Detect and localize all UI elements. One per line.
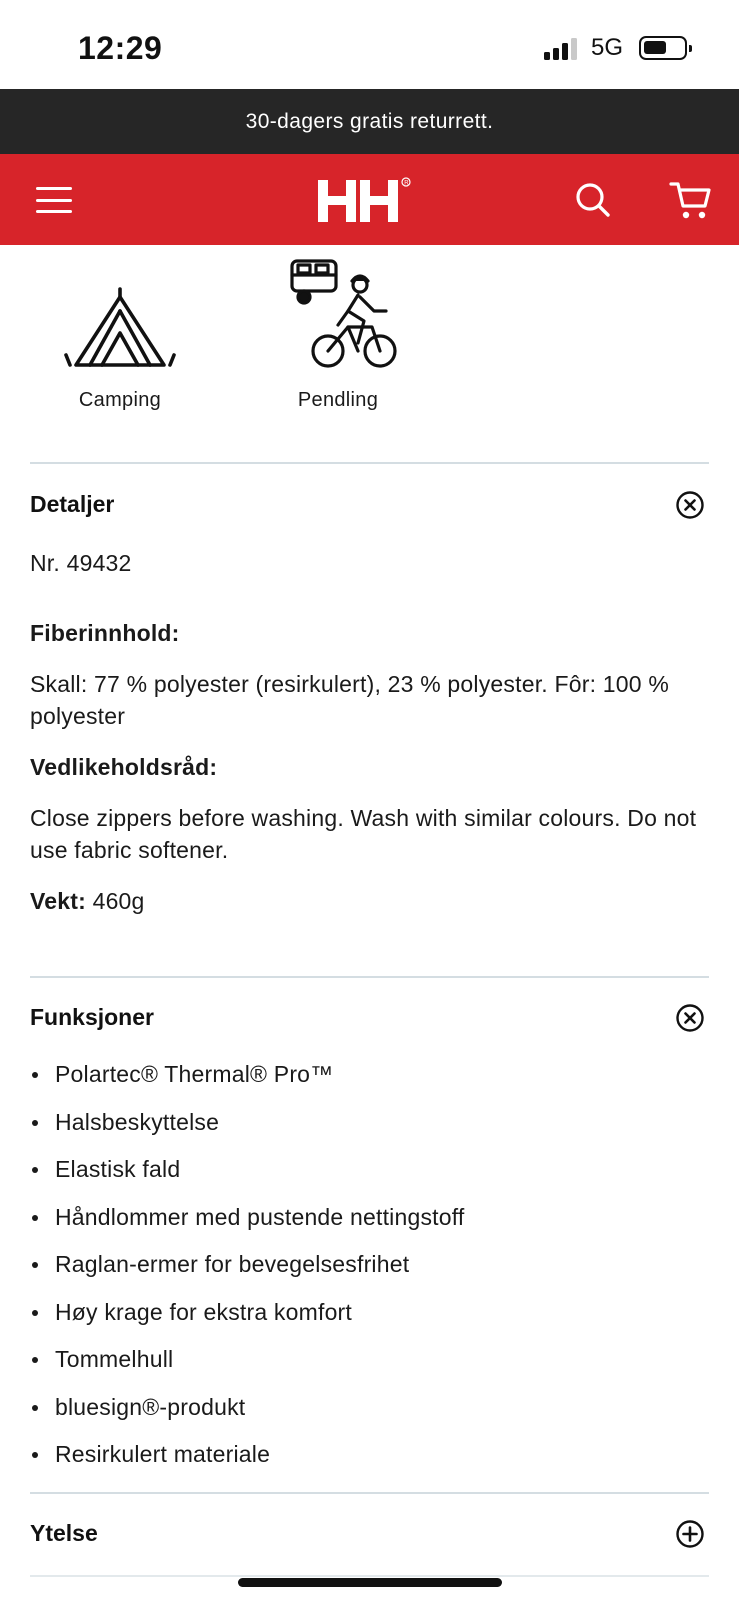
- list-item: Polartec® Thermal® Pro™: [30, 1058, 710, 1106]
- cart-icon[interactable]: [669, 178, 713, 222]
- activity-list: Camping Pendling: [30, 245, 710, 463]
- section-divider: [30, 976, 709, 978]
- signal-icon: [543, 36, 577, 60]
- care-label: Vedlikeholdsråd:: [30, 754, 218, 780]
- performance-section-title[interactable]: Ytelse: [30, 1520, 98, 1547]
- collapse-icon[interactable]: [675, 490, 705, 520]
- status-indicators: 5G: [543, 34, 692, 62]
- product-number: Nr. 49432: [30, 550, 132, 576]
- section-divider: [30, 1575, 709, 1577]
- section-divider: [30, 462, 709, 464]
- details-section-title[interactable]: Detaljer: [30, 491, 114, 518]
- activity-label: Pendling: [297, 389, 379, 411]
- list-item: Elastisk fald: [30, 1153, 710, 1201]
- feature-list: Polartec® Thermal® Pro™ Halsbeskyttelse …: [30, 1058, 710, 1486]
- activity-camping[interactable]: Camping: [30, 245, 210, 412]
- list-item: Raglan-ermer for bevegelsesfrihet: [30, 1248, 710, 1296]
- status-bar: 12:29 5G: [0, 0, 739, 89]
- expand-icon[interactable]: [675, 1519, 705, 1549]
- battery-icon: [639, 36, 692, 60]
- promo-banner[interactable]: 30-dagers gratis returrett.: [0, 89, 739, 154]
- weight-row: Vekt: 460g: [30, 885, 710, 917]
- tent-icon: [64, 287, 176, 367]
- home-indicator[interactable]: [238, 1578, 502, 1587]
- fiber-value: Skall: 77 % polyester (resirkulert), 23 …: [30, 671, 669, 729]
- activity-pendling[interactable]: Pendling: [248, 245, 428, 412]
- fiber-label: Fiberinnhold:: [30, 620, 180, 646]
- list-item: Resirkulert materiale: [30, 1438, 710, 1486]
- features-section-title[interactable]: Funksjoner: [30, 1004, 154, 1031]
- collapse-icon[interactable]: [675, 1003, 705, 1033]
- section-divider: [30, 1492, 709, 1494]
- promo-text: 30-dagers gratis returrett.: [245, 109, 494, 133]
- list-item: Håndlommer med pustende nettingstoff: [30, 1201, 710, 1249]
- list-item: bluesign®-produkt: [30, 1391, 710, 1439]
- list-item: Høy krage for ekstra komfort: [30, 1296, 710, 1344]
- list-item: Halsbeskyttelse: [30, 1106, 710, 1154]
- status-time: 12:29: [78, 30, 163, 66]
- search-icon[interactable]: [573, 180, 613, 220]
- network-type: 5G: [590, 34, 623, 61]
- bike-commute-icon: [290, 259, 397, 368]
- list-item: Tommelhull: [30, 1343, 710, 1391]
- svg-text:R: R: [404, 180, 409, 186]
- weight-label: Vekt:: [30, 888, 86, 914]
- care-value: Close zippers before washing. Wash with …: [30, 805, 697, 863]
- site-header: R: [0, 154, 739, 245]
- hh-logo[interactable]: R: [318, 176, 418, 226]
- menu-icon[interactable]: [36, 182, 72, 218]
- weight-value: 460g: [85, 888, 145, 914]
- activity-label: Camping: [78, 389, 162, 411]
